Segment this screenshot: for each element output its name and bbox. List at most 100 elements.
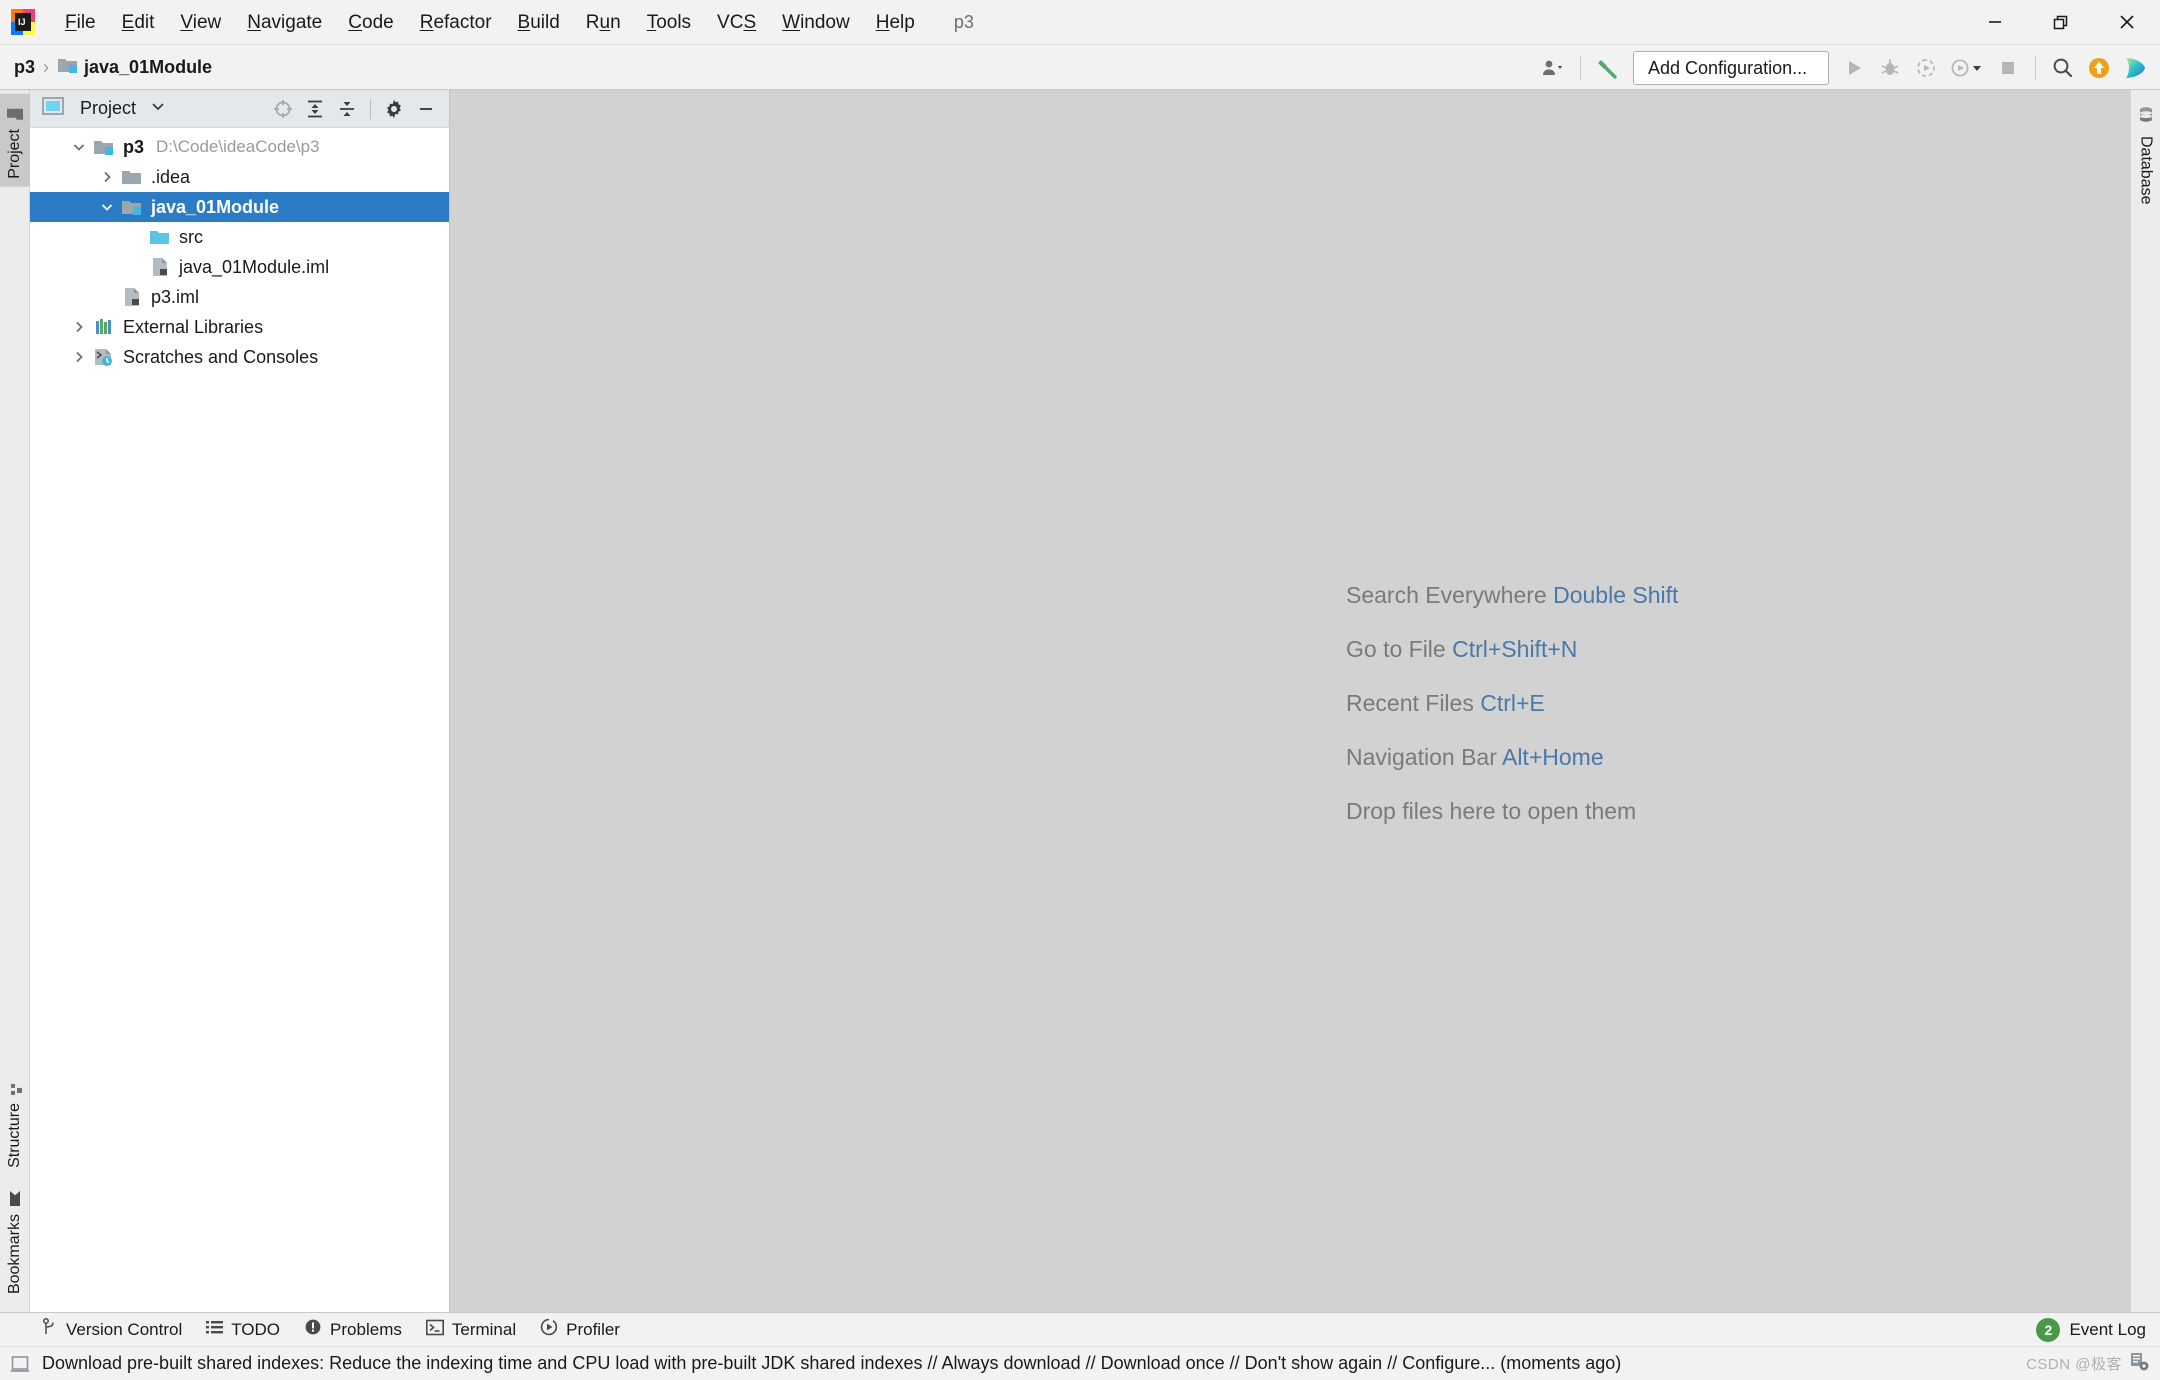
bookmark-icon <box>8 1184 22 1207</box>
toolwindow-label: Version Control <box>66 1319 183 1339</box>
user-account-button[interactable] <box>1536 51 1570 85</box>
search-everywhere-button[interactable] <box>2046 51 2080 85</box>
run-configuration-selector[interactable]: Add Configuration... <box>1633 51 1829 85</box>
hint-go-to-file: Go to File Ctrl+Shift+N <box>1346 636 1678 663</box>
menu-navigate[interactable]: Navigate <box>234 8 335 37</box>
toolwindow-label: Terminal <box>451 1319 517 1339</box>
chevron-down-icon[interactable] <box>66 139 92 155</box>
debug-button[interactable] <box>1873 51 1907 85</box>
breadcrumb-item-project[interactable]: p3 <box>14 57 35 78</box>
build-hammer-button[interactable] <box>1591 51 1625 85</box>
intellij-idea-logo-icon: IJ <box>10 8 36 36</box>
menu-tools[interactable]: Tools <box>634 8 704 37</box>
branch-icon <box>42 1318 58 1341</box>
tree-row-java-01module-iml[interactable]: java_01Module.iml <box>30 252 449 282</box>
stripe-button-structure[interactable]: Structure <box>0 1067 30 1176</box>
status-settings-icon[interactable] <box>2128 1350 2150 1377</box>
menu-window[interactable]: Window <box>769 8 863 37</box>
editor-empty-state: Search Everywhere Double Shift Go to Fil… <box>1346 582 1678 825</box>
tree-row-p3-iml[interactable]: p3.iml <box>30 282 449 312</box>
chevron-right-icon[interactable] <box>66 319 92 335</box>
minimize-button[interactable] <box>1962 0 2028 44</box>
tree-row-p3[interactable]: p3 D:\Code\ideaCode\p3 <box>30 132 449 162</box>
menu-view[interactable]: View <box>167 8 234 37</box>
hint-shortcut-label: Ctrl+E <box>1480 690 1545 716</box>
restore-button[interactable] <box>2028 0 2094 44</box>
toolwindow-button-terminal[interactable]: Terminal <box>414 1316 528 1344</box>
hammer-icon <box>1598 60 1617 79</box>
tree-row-src[interactable]: src <box>30 222 449 252</box>
menu-build[interactable]: Build <box>505 8 573 37</box>
toolwindow-label: TODO <box>231 1319 281 1339</box>
panel-settings-button[interactable] <box>379 94 409 124</box>
hint-action-label: Go to File <box>1346 636 1446 662</box>
close-button[interactable] <box>2094 0 2160 44</box>
menu-bar: File Edit View Navigate Code Refactor Bu… <box>52 8 928 37</box>
run-with-coverage-button[interactable] <box>1909 51 1943 85</box>
scratches-icon <box>92 347 116 367</box>
module-folder-icon <box>120 198 144 216</box>
window-project-title: p3 <box>953 11 974 32</box>
toolwindow-button-profiler[interactable]: Profiler <box>528 1315 632 1344</box>
coverage-icon <box>1917 59 1935 77</box>
hide-panel-button[interactable] <box>411 94 441 124</box>
structure-icon <box>7 1075 23 1096</box>
menu-file[interactable]: File <box>52 8 109 37</box>
breadcrumb-item-module[interactable]: java_01Module <box>57 56 212 79</box>
tree-row-external-libraries[interactable]: External Libraries <box>30 312 449 342</box>
profiler-icon <box>1951 59 1981 77</box>
stripe-button-bookmarks[interactable]: Bookmarks <box>0 1176 30 1302</box>
stop-button[interactable] <box>1991 51 2025 85</box>
stripe-button-database[interactable]: Database <box>2131 98 2160 213</box>
gradient-play-icon <box>2126 58 2145 78</box>
tree-row-scratches-and-consoles[interactable]: Scratches and Consoles <box>30 342 449 372</box>
profile-button[interactable] <box>1945 51 1989 85</box>
tree-label: java_01Module <box>151 196 280 217</box>
toolwindow-button-problems[interactable]: Problems <box>292 1315 414 1344</box>
collapse-all-button[interactable] <box>332 94 362 124</box>
menu-edit[interactable]: Edit <box>109 8 168 37</box>
chevron-right-icon[interactable] <box>94 169 120 185</box>
left-stripe-bottom-group: Structure Bookmarks <box>0 1067 29 1302</box>
toolwindow-button-version-control[interactable]: Version Control <box>30 1315 194 1344</box>
tree-label: p3 <box>123 136 145 157</box>
terminal-icon <box>425 1319 444 1341</box>
panel-actions-separator <box>370 98 371 119</box>
stripe-button-project[interactable]: Project <box>0 94 30 187</box>
select-opened-file-button[interactable] <box>268 94 298 124</box>
project-folder-icon <box>6 102 24 122</box>
menu-vcs[interactable]: VCS <box>704 8 769 37</box>
chevron-right-icon[interactable] <box>66 349 92 365</box>
svg-text:IJ: IJ <box>18 17 26 27</box>
status-message[interactable]: Download pre-built shared indexes: Reduc… <box>42 1353 1621 1374</box>
hint-shortcut-label: Double Shift <box>1553 582 1679 608</box>
tree-label: java_01Module.iml <box>179 256 330 277</box>
tree-row-java-01module[interactable]: java_01Module <box>30 192 449 222</box>
hint-recent-files: Recent Files Ctrl+E <box>1346 690 1678 717</box>
libraries-icon <box>92 318 116 336</box>
menu-run[interactable]: Run <box>573 8 634 37</box>
tree-row-idea[interactable]: .idea <box>30 162 449 192</box>
run-button[interactable] <box>1837 51 1871 85</box>
window-controls <box>1962 0 2160 44</box>
menu-refactor[interactable]: Refactor <box>407 8 505 37</box>
profiler-icon <box>540 1318 558 1341</box>
ide-assistant-button[interactable] <box>2118 51 2152 85</box>
hint-shortcut-label: Alt+Home <box>1501 744 1604 770</box>
hint-navigation-bar: Navigation Bar Alt+Home <box>1346 744 1678 771</box>
menu-help[interactable]: Help <box>863 8 928 37</box>
project-tool-window: Project p3 D:\Code\ideaCode\p3 .idea jav… <box>30 90 450 1312</box>
chevron-down-icon[interactable] <box>94 199 120 215</box>
debug-bug-icon <box>1881 59 1899 75</box>
chevron-down-icon[interactable] <box>150 98 166 119</box>
update-project-button[interactable] <box>2082 51 2116 85</box>
event-log-button[interactable]: 2 Event Log <box>2036 1317 2146 1342</box>
breadcrumb-separator: › <box>43 56 50 77</box>
hint-drop-files: Drop files here to open them <box>1346 798 1678 825</box>
editor-area[interactable]: Search Everywhere Double Shift Go to Fil… <box>450 90 2130 1312</box>
toolwindow-button-todo[interactable]: TODO <box>194 1316 292 1343</box>
database-cylinder-icon <box>2137 106 2155 129</box>
status-bar: Download pre-built shared indexes: Reduc… <box>0 1346 2160 1380</box>
expand-all-button[interactable] <box>300 94 330 124</box>
menu-code[interactable]: Code <box>335 8 406 37</box>
